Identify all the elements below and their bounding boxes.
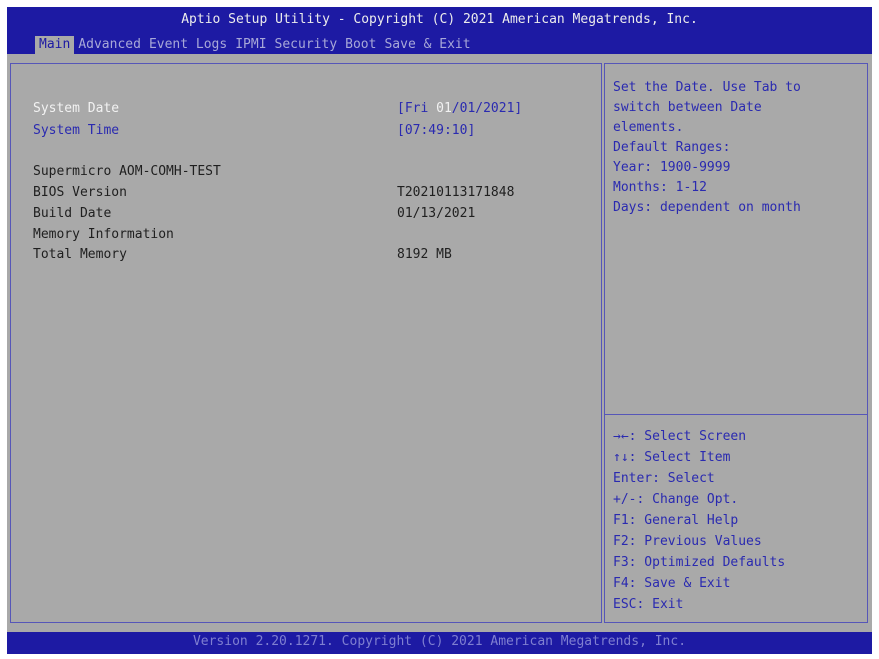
memory-information-label: Memory Information bbox=[33, 227, 174, 242]
build-date-label: Build Date bbox=[33, 206, 112, 221]
footer-version-text: Version 2.20.1271. Copyright (C) 2021 Am… bbox=[192, 634, 687, 649]
system-date-label[interactable]: System Date bbox=[33, 100, 119, 118]
tab-security[interactable]: Security bbox=[271, 36, 342, 54]
tab-save-exit[interactable]: Save & Exit bbox=[380, 36, 474, 54]
help-description-line: Set the Date. Use Tab to bbox=[613, 80, 801, 95]
key-hint-esc-exit: ESC: Exit bbox=[613, 597, 684, 612]
key-hint-select-item: ↑↓: Select Item bbox=[613, 450, 731, 465]
system-time-label[interactable]: System Time bbox=[33, 122, 119, 140]
system-date-suffix: /01/2021] bbox=[451, 101, 523, 116]
system-date-prefix: [Fri bbox=[397, 101, 437, 116]
key-hint-optimized-defaults: F3: Optimized Defaults bbox=[613, 555, 786, 570]
menu-bar: Main Advanced Event Logs IPMI Security B… bbox=[35, 36, 475, 54]
help-description-line: Days: dependent on month bbox=[613, 200, 801, 215]
key-hint-previous-values: F2: Previous Values bbox=[613, 534, 762, 549]
header-bar: Aptio Setup Utility - Copyright (C) 2021… bbox=[7, 7, 872, 54]
help-panel: Set the Date. Use Tab to switch between … bbox=[604, 63, 868, 623]
help-divider bbox=[605, 414, 867, 415]
system-date-value[interactable]: [Fri 01/01/2021] bbox=[397, 100, 522, 118]
help-description-line: elements. bbox=[613, 120, 684, 135]
tab-ipmi[interactable]: IPMI bbox=[231, 36, 270, 54]
help-description-line: Default Ranges: bbox=[613, 140, 731, 155]
bios-screen: Aptio Setup Utility - Copyright (C) 2021… bbox=[7, 7, 872, 654]
bios-version-label: BIOS Version bbox=[33, 185, 127, 200]
system-time-value[interactable]: [07:49:10] bbox=[397, 122, 475, 140]
bios-version-value: T20210113171848 bbox=[397, 185, 515, 200]
total-memory-value: 8192 MB bbox=[397, 247, 452, 262]
key-hint-change-opt: +/-: Change Opt. bbox=[613, 492, 739, 507]
key-hint-general-help: F1: General Help bbox=[613, 513, 739, 528]
help-description-line: Year: 1900-9999 bbox=[613, 160, 731, 175]
system-date-selected-field[interactable]: 01 bbox=[436, 101, 452, 116]
tab-main[interactable]: Main bbox=[35, 36, 75, 54]
key-hint-save-exit: F4: Save & Exit bbox=[613, 576, 731, 591]
tab-event-logs[interactable]: Event Logs bbox=[145, 36, 231, 54]
key-hint-enter: Enter: Select bbox=[613, 471, 715, 486]
tab-boot[interactable]: Boot bbox=[341, 36, 380, 54]
footer-bar: Version 2.20.1271. Copyright (C) 2021 Am… bbox=[7, 632, 872, 654]
help-description-line: switch between Date bbox=[613, 100, 762, 115]
total-memory-label: Total Memory bbox=[33, 247, 127, 262]
header-title: Aptio Setup Utility - Copyright (C) 2021… bbox=[181, 12, 698, 27]
build-date-value: 01/13/2021 bbox=[397, 206, 476, 221]
key-hint-select-screen: →←: Select Screen bbox=[613, 429, 747, 444]
tab-advanced[interactable]: Advanced bbox=[74, 36, 145, 54]
main-panel: System Date [Fri 01/01/2021] System Time… bbox=[10, 63, 602, 623]
help-description-line: Months: 1-12 bbox=[613, 180, 707, 195]
product-name: Supermicro AOM-COMH-TEST bbox=[33, 164, 221, 179]
